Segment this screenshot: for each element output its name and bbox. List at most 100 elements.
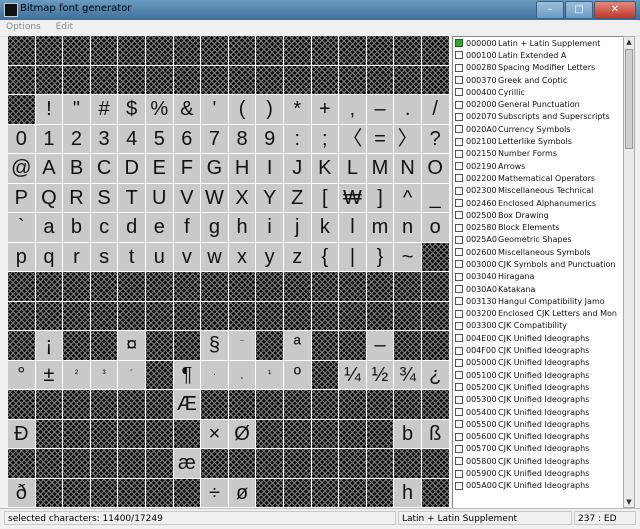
range-list-item[interactable]: 002000 General Punctuation <box>453 98 623 110</box>
glyph-cell[interactable]: m <box>366 213 395 243</box>
empty-glyph-cell[interactable] <box>421 449 450 479</box>
glyph-cell[interactable]: 5 <box>145 124 174 154</box>
empty-glyph-cell[interactable] <box>173 419 202 449</box>
glyph-cell[interactable]: ] <box>366 183 395 213</box>
empty-glyph-cell[interactable] <box>394 331 422 361</box>
empty-glyph-cell[interactable] <box>256 390 284 420</box>
range-list-item[interactable]: 0030A0 Katakana <box>453 283 623 295</box>
empty-glyph-cell[interactable] <box>35 449 64 479</box>
empty-glyph-cell[interactable] <box>366 419 395 449</box>
glyph-cell[interactable]: – <box>366 331 395 361</box>
empty-glyph-cell[interactable] <box>173 331 202 361</box>
glyph-cell[interactable]: B <box>63 154 91 184</box>
empty-glyph-cell[interactable] <box>339 301 367 331</box>
empty-glyph-cell[interactable] <box>311 449 340 479</box>
range-checkbox[interactable] <box>455 137 463 146</box>
empty-glyph-cell[interactable] <box>201 449 229 479</box>
empty-glyph-cell[interactable] <box>145 301 174 331</box>
empty-glyph-cell[interactable] <box>145 272 174 302</box>
glyph-cell[interactable]: 〈 <box>339 124 367 154</box>
range-list-item[interactable]: 002190 Arrows <box>453 160 623 172</box>
empty-glyph-cell[interactable] <box>8 272 36 302</box>
range-list-item[interactable]: 005700 CJK Unified Ideographs <box>453 443 623 455</box>
empty-glyph-cell[interactable] <box>35 301 64 331</box>
empty-glyph-cell[interactable] <box>256 65 284 95</box>
empty-glyph-cell[interactable] <box>35 419 64 449</box>
empty-glyph-cell[interactable] <box>311 36 340 66</box>
empty-glyph-cell[interactable] <box>35 65 64 95</box>
minimize-button[interactable]: – <box>536 1 564 19</box>
glyph-cell[interactable]: / <box>421 95 450 125</box>
range-list-item[interactable]: 005000 CJK Unified Ideographs <box>453 357 623 369</box>
glyph-cell[interactable]: ½ <box>366 360 395 390</box>
empty-glyph-cell[interactable] <box>283 390 312 420</box>
glyph-cell[interactable]: H <box>228 154 257 184</box>
empty-glyph-cell[interactable] <box>118 449 146 479</box>
glyph-cell[interactable]: h <box>228 213 257 243</box>
scroll-down-icon[interactable]: ▼ <box>624 497 634 507</box>
empty-glyph-cell[interactable] <box>256 478 284 508</box>
empty-glyph-cell[interactable] <box>8 331 36 361</box>
glyph-cell[interactable]: ´ <box>118 360 146 390</box>
glyph-cell[interactable]: · <box>201 360 229 390</box>
range-checkbox[interactable] <box>455 125 463 134</box>
empty-glyph-cell[interactable] <box>311 360 340 390</box>
empty-glyph-cell[interactable] <box>63 331 91 361</box>
empty-glyph-cell[interactable] <box>394 65 422 95</box>
empty-glyph-cell[interactable] <box>339 449 367 479</box>
maximize-button[interactable]: □ <box>565 1 593 19</box>
empty-glyph-cell[interactable] <box>228 272 257 302</box>
empty-glyph-cell[interactable] <box>256 419 284 449</box>
range-checkbox[interactable] <box>455 321 463 330</box>
empty-glyph-cell[interactable] <box>201 65 229 95</box>
glyph-cell[interactable]: Ð <box>8 419 36 449</box>
glyph-cell[interactable]: d <box>118 213 146 243</box>
glyph-cell[interactable]: Ø <box>228 419 257 449</box>
glyph-cell[interactable]: $ <box>118 95 146 125</box>
range-checkbox[interactable] <box>455 63 463 72</box>
empty-glyph-cell[interactable] <box>339 419 367 449</box>
glyph-cell[interactable]: e <box>145 213 174 243</box>
empty-glyph-cell[interactable] <box>283 419 312 449</box>
glyph-cell[interactable]: u <box>145 242 174 272</box>
range-checkbox[interactable] <box>455 51 463 60</box>
range-list-item[interactable]: 005200 CJK Unified Ideographs <box>453 381 623 393</box>
glyph-cell[interactable]: ¡ <box>35 331 64 361</box>
glyph-cell[interactable]: ` <box>8 213 36 243</box>
empty-glyph-cell[interactable] <box>366 449 395 479</box>
glyph-cell[interactable]: Æ <box>173 390 202 420</box>
range-checkbox[interactable] <box>455 408 463 417</box>
glyph-cell[interactable]: Y <box>256 183 284 213</box>
empty-glyph-cell[interactable] <box>145 360 174 390</box>
empty-glyph-cell[interactable] <box>421 242 450 272</box>
empty-glyph-cell[interactable] <box>256 449 284 479</box>
range-list-item[interactable]: 000370 Greek and Coptic <box>453 74 623 86</box>
range-checkbox[interactable] <box>455 100 463 109</box>
empty-glyph-cell[interactable] <box>256 272 284 302</box>
glyph-cell[interactable]: , <box>339 95 367 125</box>
empty-glyph-cell[interactable] <box>311 478 340 508</box>
empty-glyph-cell[interactable] <box>35 36 64 66</box>
glyph-cell[interactable]: = <box>366 124 395 154</box>
glyph-cell[interactable]: c <box>90 213 119 243</box>
empty-glyph-cell[interactable] <box>366 272 395 302</box>
glyph-cell[interactable]: P <box>8 183 36 213</box>
character-grid[interactable]: ! " # $% & '() * +, –./0 1 2 3 4 5 6 7 8 9:; 〈 = 〉? @ A B C D E F G H… <box>8 36 450 508</box>
empty-glyph-cell[interactable] <box>90 419 119 449</box>
glyph-cell[interactable]: } <box>366 242 395 272</box>
empty-glyph-cell[interactable] <box>145 331 174 361</box>
empty-glyph-cell[interactable] <box>339 36 367 66</box>
empty-glyph-cell[interactable] <box>63 478 91 508</box>
range-list-item[interactable]: 005600 CJK Unified Ideographs <box>453 431 623 443</box>
glyph-cell[interactable]: æ <box>173 449 202 479</box>
close-button[interactable]: ✕ <box>594 1 636 19</box>
glyph-cell[interactable]: k <box>311 213 340 243</box>
empty-glyph-cell[interactable] <box>118 36 146 66</box>
title-bar[interactable]: Bitmap font generator – □ ✕ <box>0 0 640 20</box>
range-checkbox[interactable] <box>455 285 463 294</box>
scroll-thumb[interactable] <box>625 49 633 149</box>
glyph-cell[interactable]: M <box>366 154 395 184</box>
empty-glyph-cell[interactable] <box>118 272 146 302</box>
range-checkbox[interactable] <box>455 297 463 306</box>
empty-glyph-cell[interactable] <box>228 301 257 331</box>
